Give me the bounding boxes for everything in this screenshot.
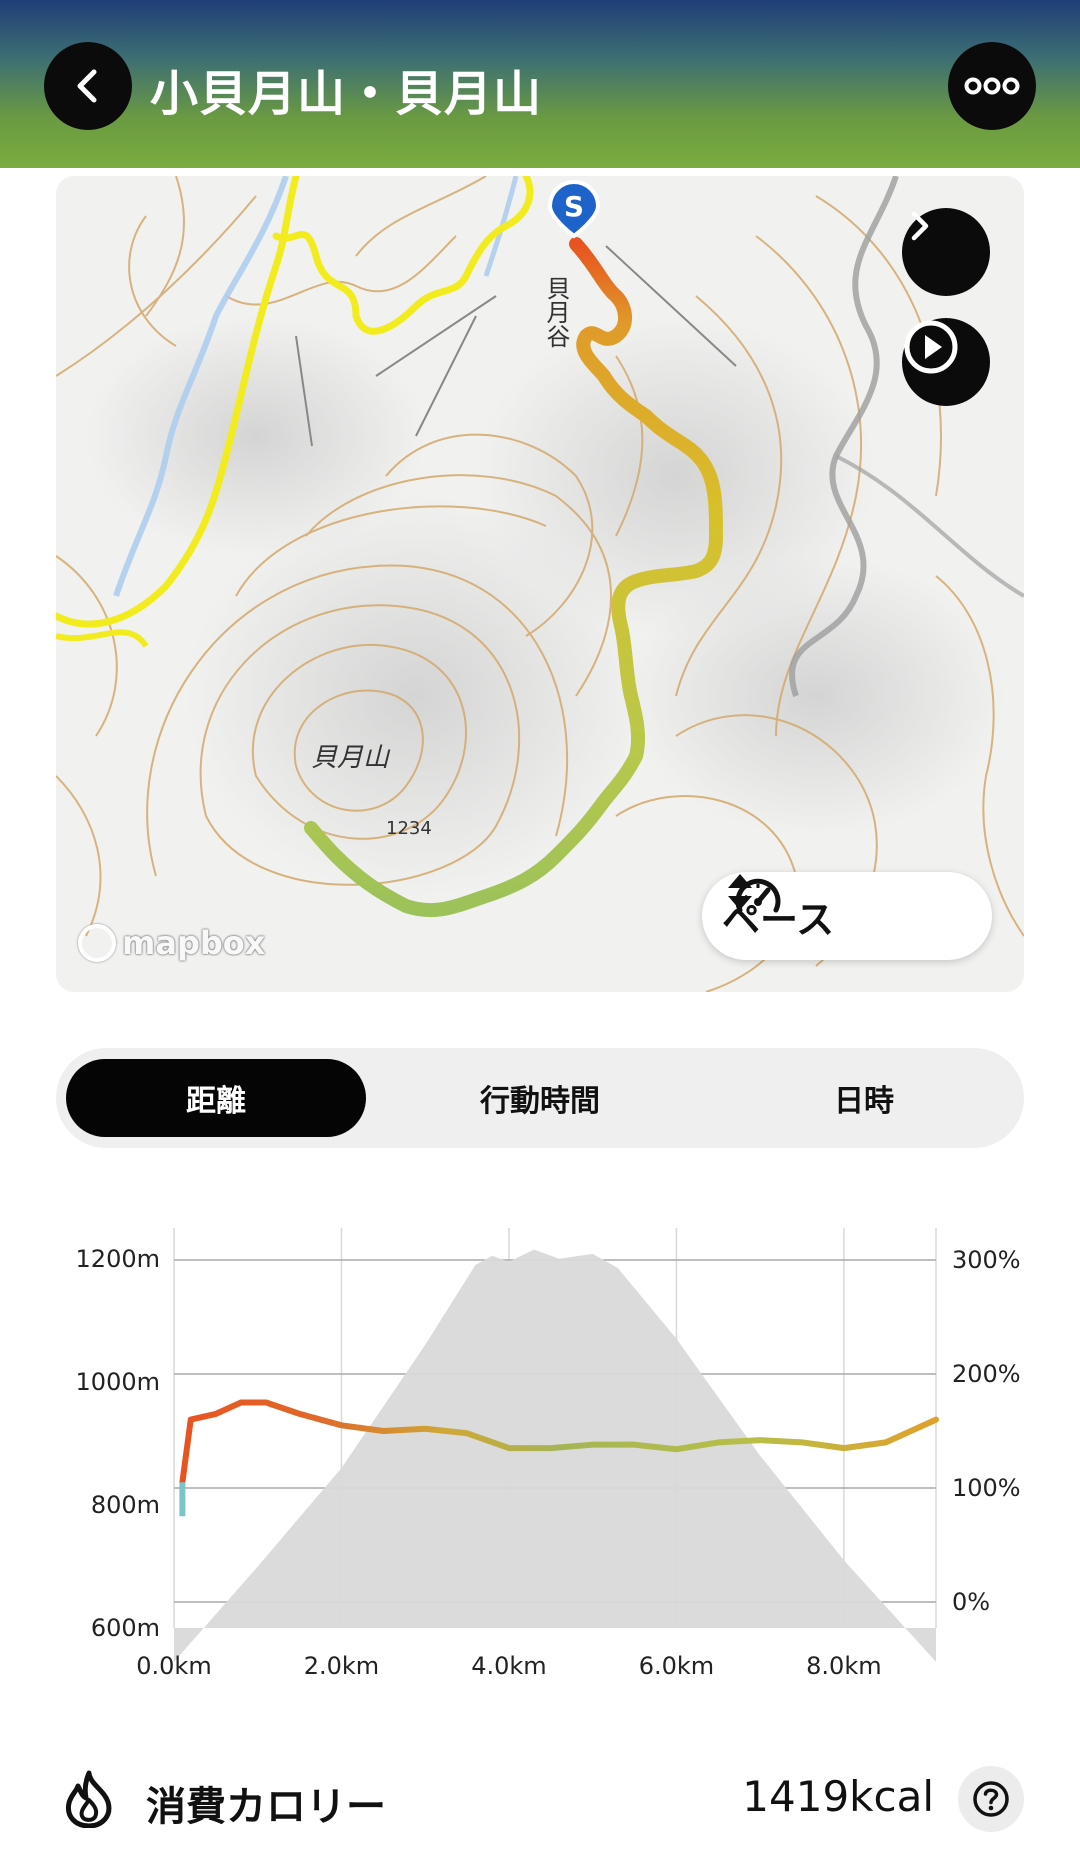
- x-tick-label: 2.0km: [304, 1652, 379, 1680]
- start-marker[interactable]: S: [547, 180, 601, 239]
- y-right-tick-label: 0%: [952, 1588, 990, 1616]
- header-bar: 小貝月山・貝月山: [0, 0, 1080, 168]
- chart-svg: 0.0km 2.0km 4.0km 6.0km 8.0km 300% 200% 100% 0% 1…: [76, 1228, 1021, 1680]
- y-right-tick-label: 300%: [952, 1246, 1021, 1274]
- chart-axis-tabs: 距離 行動時間 日時: [56, 1048, 1024, 1148]
- calories-label: 消費カロリー: [146, 1784, 386, 1830]
- start-marker-label: S: [564, 190, 584, 223]
- calories-value: 1419kcal: [742, 1772, 934, 1821]
- mapbox-attribution[interactable]: mapbox: [78, 924, 265, 962]
- help-circle-icon: [973, 1781, 1009, 1817]
- y-left-tick-label: 1200m: [76, 1245, 160, 1273]
- elevation-pace-chart[interactable]: 0.0km 2.0km 4.0km 6.0km 8.0km 300% 200% 100% 0% 1…: [0, 1200, 1080, 1680]
- route-map[interactable]: 貝月谷 貝月山 1234 S ペース mapbox: [56, 176, 1024, 992]
- more-button[interactable]: [948, 42, 1036, 130]
- sort-updown-icon: [728, 874, 752, 910]
- chevron-left-icon: [77, 69, 97, 103]
- pace-selector[interactable]: ペース: [702, 872, 992, 960]
- x-tick-label: 4.0km: [471, 1652, 546, 1680]
- flame-icon: [65, 1770, 112, 1828]
- map-label-kaizukiyama: 貝月山: [311, 743, 391, 773]
- tab-distance[interactable]: 距離: [66, 1059, 366, 1137]
- next-button[interactable]: [902, 208, 990, 296]
- y-left-tick-label: 800m: [91, 1491, 160, 1519]
- page-title: 小貝月山・貝月山: [150, 66, 543, 122]
- play-button[interactable]: [902, 318, 990, 406]
- elevation-area: [174, 1249, 936, 1662]
- chevron-right-icon: [911, 211, 929, 241]
- map-label-kaizukidani-1: 貝月谷: [542, 276, 570, 348]
- x-tick-label: 6.0km: [639, 1652, 714, 1680]
- mapbox-logo-icon: [78, 924, 116, 962]
- tab-moving-time[interactable]: 行動時間: [390, 1059, 690, 1137]
- play-circle-icon: [904, 320, 958, 374]
- x-tick-label: 8.0km: [806, 1652, 881, 1680]
- more-horizontal-icon: [964, 77, 1020, 95]
- tab-datetime[interactable]: 日時: [714, 1059, 1014, 1137]
- back-button[interactable]: [44, 42, 132, 130]
- y-right-tick-label: 200%: [952, 1360, 1021, 1388]
- x-tick-label: 0.0km: [136, 1652, 211, 1680]
- y-left-tick-label: 1000m: [76, 1368, 160, 1396]
- map-label-elevation: 1234: [386, 818, 432, 839]
- calories-row: 消費カロリー 1419kcal: [0, 1760, 1080, 1840]
- y-left-tick-label: 600m: [91, 1614, 160, 1642]
- help-button[interactable]: [958, 1766, 1024, 1832]
- map-canvas: 貝月谷 貝月山 1234 S: [56, 176, 1024, 992]
- y-right-tick-label: 100%: [952, 1474, 1021, 1502]
- mapbox-attribution-text: mapbox: [122, 924, 266, 962]
